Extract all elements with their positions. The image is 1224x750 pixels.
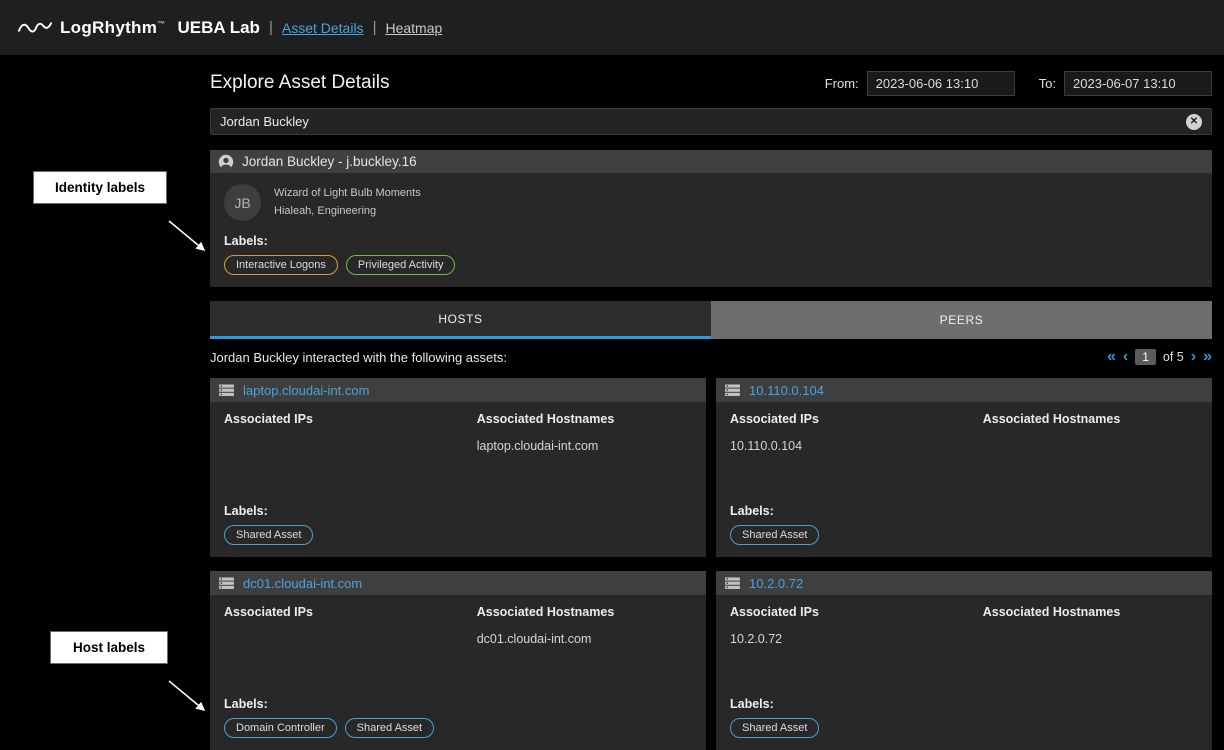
labels-heading: Labels: bbox=[224, 697, 692, 711]
identity-label-interactive-logons: Interactive Logons bbox=[224, 255, 338, 275]
asset-label: Shared Asset bbox=[730, 718, 819, 738]
nav-separator: | bbox=[373, 19, 377, 36]
tab-strip: HOSTS PEERS bbox=[210, 301, 1212, 339]
asset-card-header: laptop.cloudai-int.com bbox=[210, 378, 706, 402]
top-navbar: LogRhythm™ UEBA Lab | Asset Details | He… bbox=[0, 0, 1224, 55]
asset-card-header: 10.110.0.104 bbox=[716, 378, 1212, 402]
associated-ips-heading: Associated IPs bbox=[730, 412, 983, 426]
identity-location: Hialeah, Engineering bbox=[274, 203, 421, 220]
asset-card-laptop: laptop.cloudai-int.com Associated IPs As… bbox=[210, 378, 706, 557]
labels-heading: Labels: bbox=[730, 504, 1198, 518]
asset-card-header: 10.2.0.72 bbox=[716, 571, 1212, 595]
annotation-host-labels: Host labels bbox=[50, 631, 168, 664]
associated-ip-value bbox=[224, 632, 477, 647]
asset-link[interactable]: dc01.cloudai-int.com bbox=[243, 576, 362, 591]
to-label: To: bbox=[1039, 76, 1056, 91]
asset-link[interactable]: 10.2.0.72 bbox=[749, 576, 803, 591]
associated-hostnames-heading: Associated Hostnames bbox=[477, 412, 692, 426]
pagination: « ‹ 1 of 5 › » bbox=[1107, 349, 1212, 365]
pagination-of-label: of 5 bbox=[1163, 350, 1184, 364]
nav-link-asset-details[interactable]: Asset Details bbox=[282, 20, 364, 36]
asset-link[interactable]: laptop.cloudai-int.com bbox=[243, 383, 369, 398]
tab-hosts[interactable]: HOSTS bbox=[210, 301, 711, 339]
associated-ips-heading: Associated IPs bbox=[730, 605, 983, 619]
asset-card-header: dc01.cloudai-int.com bbox=[210, 571, 706, 595]
nav-link-heatmap[interactable]: Heatmap bbox=[385, 20, 442, 36]
page-title: Explore Asset Details bbox=[210, 72, 390, 94]
associated-hostname-value: laptop.cloudai-int.com bbox=[477, 439, 692, 454]
labels-heading: Labels: bbox=[224, 504, 692, 518]
associated-hostnames-heading: Associated Hostnames bbox=[983, 605, 1198, 619]
identity-card-body: JB Wizard of Light Bulb Moments Hialeah,… bbox=[210, 173, 1212, 287]
asset-card-dc01: dc01.cloudai-int.com Associated IPs Asso… bbox=[210, 571, 706, 750]
associated-ip-value: 10.110.0.104 bbox=[730, 439, 983, 454]
labels-heading: Labels: bbox=[730, 697, 1198, 711]
associated-hostname-value bbox=[983, 439, 1198, 454]
asset-grid: laptop.cloudai-int.com Associated IPs As… bbox=[210, 378, 1212, 750]
pagination-first-icon[interactable]: « bbox=[1107, 349, 1116, 365]
tab-peers[interactable]: PEERS bbox=[711, 301, 1212, 339]
associated-hostname-value: dc01.cloudai-int.com bbox=[477, 632, 692, 647]
identity-card-header: Jordan Buckley - j.buckley.16 bbox=[210, 150, 1212, 173]
pagination-current-page: 1 bbox=[1135, 349, 1156, 365]
server-icon bbox=[218, 384, 235, 397]
pagination-prev-icon[interactable]: ‹ bbox=[1123, 349, 1128, 365]
search-bar: ✕ bbox=[210, 108, 1212, 135]
identity-label-privileged-activity: Privileged Activity bbox=[346, 255, 456, 275]
logrhythm-logo: LogRhythm™ bbox=[18, 18, 165, 38]
identity-card: Jordan Buckley - j.buckley.16 JB Wizard … bbox=[210, 150, 1212, 287]
person-icon bbox=[218, 154, 234, 170]
from-label: From: bbox=[825, 76, 859, 91]
asset-card-10-110-0-104: 10.110.0.104 Associated IPs 10.110.0.104… bbox=[716, 378, 1212, 557]
associated-hostnames-heading: Associated Hostnames bbox=[477, 605, 692, 619]
asset-link[interactable]: 10.110.0.104 bbox=[749, 383, 824, 398]
asset-label: Shared Asset bbox=[730, 525, 819, 545]
asset-label: Domain Controller bbox=[224, 718, 337, 738]
date-range-controls: From: To: bbox=[825, 71, 1212, 96]
associated-ips-heading: Associated IPs bbox=[224, 605, 477, 619]
annotation-identity-labels: Identity labels bbox=[33, 171, 167, 204]
app-title: UEBA Lab bbox=[177, 18, 260, 38]
associated-hostname-value bbox=[983, 632, 1198, 647]
to-date-input[interactable] bbox=[1064, 71, 1212, 96]
server-icon bbox=[218, 577, 235, 590]
identity-name: Jordan Buckley - j.buckley.16 bbox=[242, 154, 417, 169]
identity-title: Wizard of Light Bulb Moments bbox=[274, 185, 421, 202]
server-icon bbox=[724, 577, 741, 590]
associated-ip-value: 10.2.0.72 bbox=[730, 632, 983, 647]
labels-heading: Labels: bbox=[224, 234, 1198, 248]
pagination-next-icon[interactable]: › bbox=[1191, 349, 1196, 365]
logo-text: LogRhythm™ bbox=[60, 18, 165, 38]
from-date-input[interactable] bbox=[867, 71, 1015, 96]
clear-search-icon[interactable]: ✕ bbox=[1186, 114, 1202, 130]
annotation-arrow-identity bbox=[165, 217, 215, 262]
asset-card-10-2-0-72: 10.2.0.72 Associated IPs 10.2.0.72 Assoc… bbox=[716, 571, 1212, 750]
annotation-arrow-host bbox=[165, 675, 215, 720]
main-content: Explore Asset Details From: To: ✕ Jordan… bbox=[210, 55, 1212, 750]
associated-hostnames-heading: Associated Hostnames bbox=[983, 412, 1198, 426]
server-icon bbox=[724, 384, 741, 397]
associated-ips-heading: Associated IPs bbox=[224, 412, 477, 426]
trademark-symbol: ™ bbox=[157, 19, 165, 28]
asset-label: Shared Asset bbox=[224, 525, 313, 545]
assets-intro-text: Jordan Buckley interacted with the follo… bbox=[210, 350, 507, 365]
logrhythm-wave-icon bbox=[18, 19, 52, 37]
asset-label: Shared Asset bbox=[345, 718, 434, 738]
pagination-last-icon[interactable]: » bbox=[1203, 349, 1212, 365]
search-input[interactable] bbox=[220, 114, 1186, 129]
avatar: JB bbox=[224, 184, 261, 221]
nav-separator: | bbox=[269, 19, 273, 36]
associated-ip-value bbox=[224, 439, 477, 454]
